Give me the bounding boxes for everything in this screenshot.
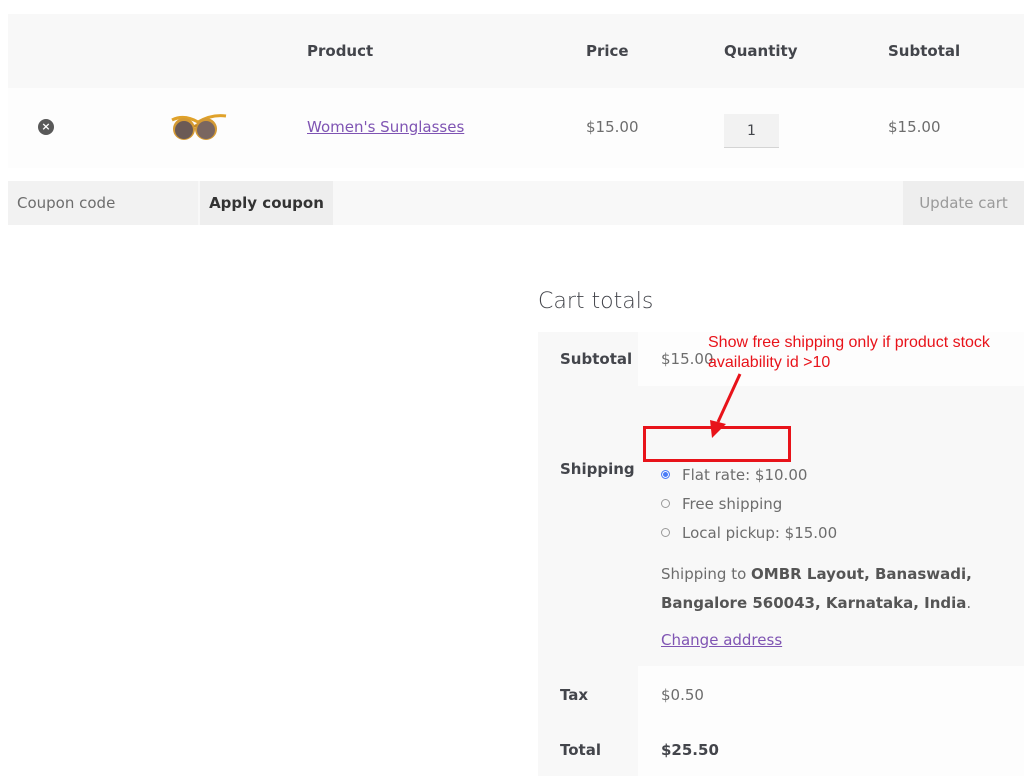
totals-row-total: Total $25.50	[538, 721, 1024, 776]
shipping-option-flat-rate[interactable]: Flat rate: $10.00	[661, 460, 837, 489]
shipping-option-free[interactable]: Free shipping	[661, 489, 837, 518]
sunglasses-thumbnail[interactable]	[168, 110, 230, 144]
subtotal-label: Subtotal	[538, 332, 638, 386]
radio-icon[interactable]	[661, 528, 670, 537]
change-address-link[interactable]: Change address	[661, 631, 782, 649]
annotation-text: Show free shipping only if product stock…	[708, 334, 990, 371]
product-link[interactable]: Women's Sunglasses	[307, 118, 464, 136]
header-price: Price	[586, 42, 629, 60]
cart-table: Product Price Quantity Subtotal × Women'…	[8, 14, 1024, 225]
header-product: Product	[307, 42, 374, 60]
shipping-to-prefix: Shipping to	[661, 565, 752, 583]
shipping-label: Shipping	[538, 386, 638, 666]
totals-row-tax: Tax $0.50	[538, 666, 1024, 721]
shipping-option-label[interactable]: Free shipping	[682, 495, 782, 513]
shipping-option-local-pickup[interactable]: Local pickup: $15.00	[661, 518, 837, 547]
coupon-code-input[interactable]	[8, 181, 198, 225]
table-row: × Women's Sunglasses $15.00 $15.00	[8, 88, 1024, 168]
apply-coupon-button[interactable]: Apply coupon	[200, 181, 333, 225]
cart-table-header: Product Price Quantity Subtotal	[8, 14, 1024, 88]
cart-actions: Apply coupon Update cart	[8, 181, 1024, 225]
header-subtotal: Subtotal	[888, 42, 961, 60]
header-quantity: Quantity	[724, 42, 798, 60]
total-value: $25.50	[661, 741, 719, 759]
cart-totals-title: Cart totals	[538, 289, 654, 314]
radio-icon[interactable]	[661, 499, 670, 508]
update-cart-button[interactable]: Update cart	[903, 181, 1024, 225]
shipping-to-suffix: .	[966, 594, 972, 612]
item-subtotal: $15.00	[888, 118, 941, 136]
shipping-destination: Shipping to OMBR Layout, Banaswadi, Bang…	[661, 560, 1001, 618]
tax-label: Tax	[538, 666, 638, 721]
remove-item-icon[interactable]: ×	[38, 119, 54, 135]
shipping-option-label[interactable]: Flat rate: $10.00	[682, 466, 807, 484]
item-price: $15.00	[586, 118, 639, 136]
cart-totals-table: Subtotal $15.00 Shipping Flat rate: $10.…	[538, 332, 1024, 776]
annotation-highlight-box	[643, 426, 791, 462]
shipping-methods: Flat rate: $10.00 Free shipping Local pi…	[661, 460, 837, 547]
radio-selected-icon[interactable]	[661, 470, 670, 479]
total-label: Total	[538, 721, 638, 776]
tax-value: $0.50	[661, 686, 704, 704]
shipping-option-label[interactable]: Local pickup: $15.00	[682, 524, 837, 542]
quantity-input[interactable]	[724, 114, 779, 148]
